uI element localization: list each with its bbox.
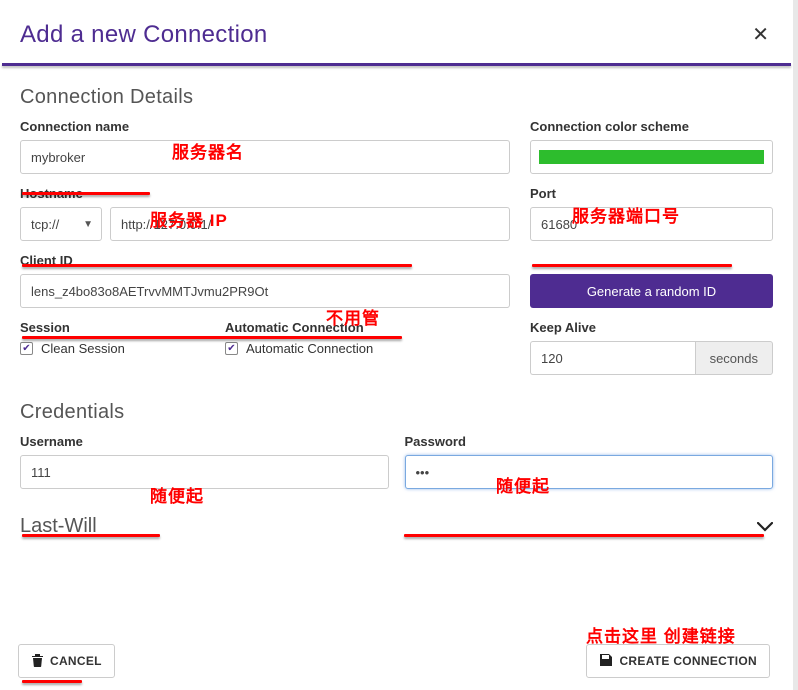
username-input[interactable] [20, 455, 389, 489]
cancel-button[interactable]: CANCEL [18, 644, 115, 678]
keep-alive-unit: seconds [695, 341, 773, 375]
label-color-scheme: Connection color scheme [530, 119, 773, 134]
auto-connection-checkbox[interactable]: ✔ [225, 342, 238, 355]
clean-session-checkbox[interactable]: ✔ [20, 342, 33, 355]
protocol-select[interactable]: tcp:// ▼ [20, 207, 102, 241]
divider [2, 63, 791, 66]
label-password: Password [405, 434, 774, 449]
client-id-input[interactable] [20, 274, 510, 308]
expand-lastwill-icon[interactable] [757, 519, 773, 535]
cancel-label: CANCEL [50, 654, 102, 668]
port-input[interactable] [530, 207, 773, 241]
color-swatch [539, 150, 764, 164]
close-icon[interactable]: ✕ [748, 18, 773, 51]
label-client-id: Client ID [20, 253, 510, 268]
section-credentials: Credentials [0, 393, 793, 434]
label-username: Username [20, 434, 389, 449]
connection-name-input[interactable] [20, 140, 510, 174]
save-icon [599, 653, 613, 670]
keep-alive-input[interactable] [530, 341, 695, 375]
label-keep-alive: Keep Alive [530, 320, 773, 335]
create-label: CREATE CONNECTION [619, 654, 757, 668]
label-hostname: Hostname [20, 186, 510, 201]
label-connection-name: Connection name [20, 119, 510, 134]
section-last-will: Last-Will [20, 515, 97, 538]
auto-connection-label: Automatic Connection [246, 341, 373, 356]
create-connection-button[interactable]: CREATE CONNECTION [586, 644, 770, 678]
trash-icon [31, 653, 44, 670]
password-input[interactable] [405, 455, 774, 489]
generate-random-id-button[interactable]: Generate a random ID [530, 274, 773, 308]
hostname-input[interactable] [110, 207, 510, 241]
label-auto-connection: Automatic Connection [225, 320, 510, 335]
label-session: Session [20, 320, 205, 335]
dialog-title: Add a new Connection [20, 21, 268, 49]
label-port: Port [530, 186, 773, 201]
protocol-value: tcp:// [31, 217, 59, 232]
chevron-down-icon: ▼ [83, 219, 93, 230]
section-connection-details: Connection Details [0, 78, 793, 119]
color-scheme-picker[interactable] [530, 140, 773, 174]
clean-session-label: Clean Session [41, 341, 125, 356]
